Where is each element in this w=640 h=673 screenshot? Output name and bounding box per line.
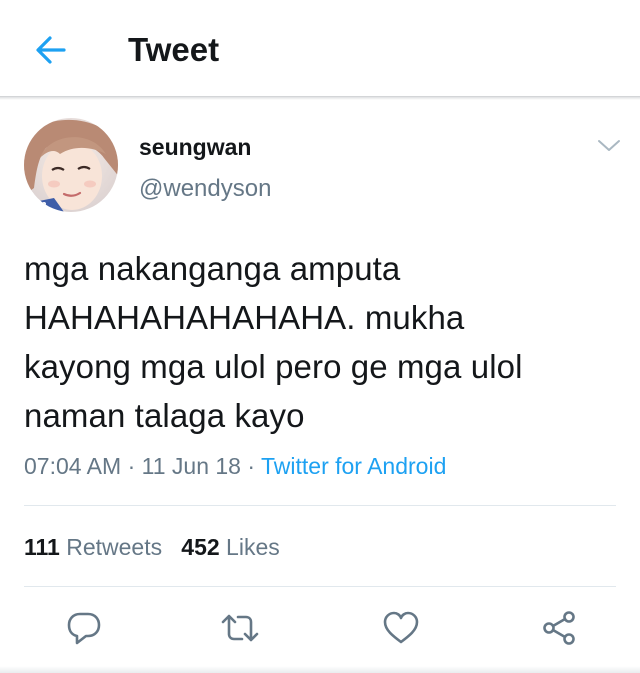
share-icon	[543, 611, 575, 645]
retweets-label: Retweets	[66, 534, 163, 560]
avatar[interactable]	[24, 118, 118, 212]
profile-photo	[24, 118, 118, 212]
meta-separator: ·	[121, 453, 142, 479]
tweet-meta: 07:04 AM · 11 Jun 18 · Twitter for Andro…	[24, 450, 446, 482]
page-title: Tweet	[128, 31, 220, 68]
likes-stat[interactable]: 452 Likes	[181, 531, 279, 563]
likes-label: Likes	[226, 534, 280, 560]
reply-button[interactable]	[64, 608, 104, 648]
tweet-time: 07:04 AM	[24, 453, 122, 479]
author-display-name[interactable]: seungwan	[139, 132, 251, 162]
tweet-text: mga nakanganga amputa HAHAHAHAHAHAHA. mu…	[24, 250, 523, 434]
heart-icon	[383, 611, 419, 644]
retweet-icon	[221, 614, 259, 642]
author-handle[interactable]: @wendyson	[139, 173, 271, 205]
divider	[24, 586, 616, 587]
tweet-source-link[interactable]: Twitter for Android	[261, 453, 446, 479]
tweet-date: 11 Jun 18	[141, 453, 241, 479]
share-button[interactable]	[540, 608, 580, 648]
tweet-stats: 111 Retweets 452 Likes	[24, 531, 280, 563]
meta-separator: ·	[240, 453, 261, 479]
back-button[interactable]	[30, 30, 70, 70]
header-shadow	[0, 96, 640, 100]
retweet-button[interactable]	[220, 608, 260, 648]
like-button[interactable]	[381, 608, 421, 648]
retweets-stat[interactable]: 111 Retweets	[24, 531, 162, 563]
chevron-down-icon	[598, 140, 620, 151]
reply-icon	[67, 612, 101, 645]
arrow-left-icon	[36, 36, 66, 64]
divider	[24, 505, 616, 506]
likes-count: 452	[181, 534, 220, 560]
bottom-shadow	[0, 666, 640, 673]
more-options-button[interactable]	[596, 135, 622, 155]
retweets-count: 111	[24, 534, 60, 560]
top-app-bar: Tweet	[0, 0, 640, 96]
